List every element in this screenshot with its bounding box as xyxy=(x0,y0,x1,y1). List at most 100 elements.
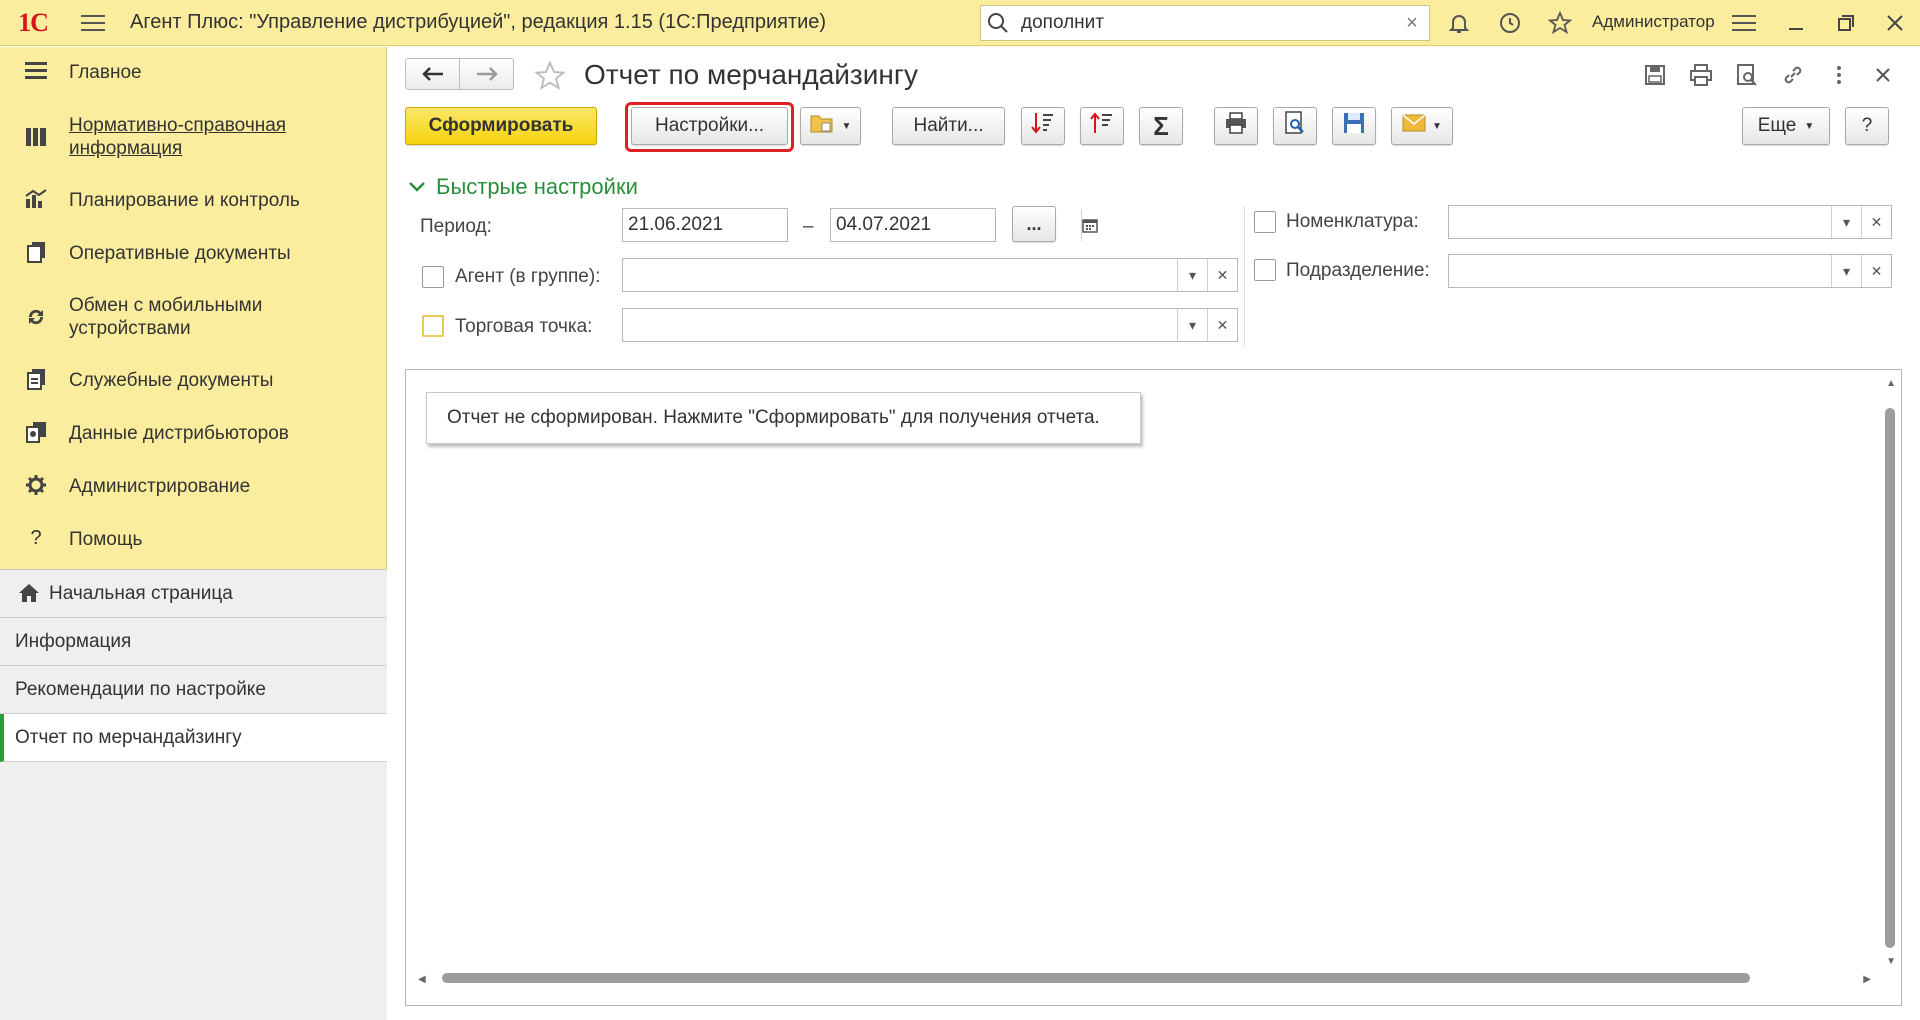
settings-lines-icon[interactable] xyxy=(1729,8,1759,38)
open-windows-list: Начальная страница Информация Рекомендац… xyxy=(0,569,387,1020)
date-separator: – xyxy=(803,216,814,237)
open-window-information[interactable]: Информация xyxy=(0,618,387,666)
restore-icon[interactable] xyxy=(1831,8,1861,38)
sidebar: Главное Нормативно-справочная информация… xyxy=(0,47,387,1020)
user-name[interactable]: Администратор xyxy=(1592,12,1715,32)
report-area[interactable]: Отчет не сформирован. Нажмите "Сформиров… xyxy=(405,369,1902,1006)
nomenclature-label: Номенклатура: xyxy=(1286,211,1419,232)
scroll-right-arrow[interactable]: ▶ xyxy=(1863,974,1871,985)
sort-descending-button[interactable] xyxy=(1080,107,1124,145)
link-icon[interactable] xyxy=(1779,61,1807,89)
page-title: Отчет по мерчандайзингу xyxy=(584,59,919,90)
period-select-button[interactable]: ... xyxy=(1012,206,1056,242)
clear-field-icon[interactable]: ✕ xyxy=(1207,259,1237,291)
home-icon xyxy=(18,583,40,609)
department-input[interactable] xyxy=(1449,256,1831,286)
app-logo[interactable]: 1С xyxy=(0,0,66,46)
sort-ascending-icon xyxy=(1031,111,1055,141)
more-vertical-icon[interactable] xyxy=(1825,61,1853,89)
variants-button[interactable]: ▼ xyxy=(800,107,861,145)
vertical-scrollbar[interactable] xyxy=(1885,408,1895,948)
sidebar-item-administration[interactable]: Администрирование xyxy=(0,473,387,513)
sidebar-item-reference[interactable]: Нормативно-справочная информация xyxy=(0,113,387,169)
save-disk-icon[interactable] xyxy=(1641,61,1669,89)
search-icon xyxy=(981,12,1015,34)
nomenclature-checkbox[interactable] xyxy=(1254,211,1276,233)
date-to-field[interactable] xyxy=(830,208,1098,242)
history-icon[interactable] xyxy=(1495,8,1525,38)
scroll-down-arrow[interactable]: ▼ xyxy=(1886,956,1896,967)
outlet-checkbox[interactable] xyxy=(422,315,444,337)
preview-button[interactable] xyxy=(1273,107,1317,145)
agent-checkbox[interactable] xyxy=(422,266,444,288)
favorite-star-icon[interactable] xyxy=(533,59,567,93)
sidebar-item-mobile-exchange[interactable]: Обмен с мобильными устройствами xyxy=(0,293,387,349)
dropdown-arrow-icon: ▼ xyxy=(841,120,852,132)
horizontal-scrollbar[interactable] xyxy=(442,973,1750,983)
sidebar-item-service-docs[interactable]: Служебные документы xyxy=(0,367,387,407)
nomenclature-input[interactable] xyxy=(1449,207,1831,237)
search-box[interactable]: × xyxy=(980,5,1430,41)
clear-field-icon[interactable]: ✕ xyxy=(1861,206,1891,238)
find-button[interactable]: Найти... xyxy=(892,107,1005,145)
sidebar-item-operational-docs[interactable]: Оперативные документы xyxy=(0,240,387,280)
open-window-recommendations[interactable]: Рекомендации по настройке xyxy=(0,666,387,714)
scroll-up-arrow[interactable]: ▲ xyxy=(1886,378,1896,389)
dropdown-arrow-icon[interactable]: ▾ xyxy=(1831,206,1861,238)
settings-button[interactable]: Настройки... xyxy=(631,107,788,145)
menu-icon[interactable] xyxy=(66,0,120,46)
agent-field[interactable]: ▾ ✕ xyxy=(622,258,1238,292)
department-checkbox[interactable] xyxy=(1254,259,1276,281)
help-button[interactable]: ? xyxy=(1845,107,1889,145)
clear-field-icon[interactable]: ✕ xyxy=(1861,255,1891,287)
reference-icon xyxy=(22,125,50,149)
sidebar-item-planning[interactable]: Планирование и контроль xyxy=(0,187,387,227)
sort-ascending-button[interactable] xyxy=(1021,107,1065,145)
sort-descending-icon xyxy=(1090,111,1114,141)
bell-icon[interactable] xyxy=(1444,8,1474,38)
minimize-icon[interactable] xyxy=(1781,8,1811,38)
chart-icon xyxy=(22,187,50,211)
back-button[interactable] xyxy=(405,58,460,90)
agent-label: Агент (в группе): xyxy=(455,266,601,287)
agent-input[interactable] xyxy=(623,260,1177,290)
dropdown-arrow-icon[interactable]: ▾ xyxy=(1177,259,1207,291)
close-form-icon[interactable] xyxy=(1869,61,1897,89)
send-email-button[interactable]: ▼ xyxy=(1391,107,1453,145)
outlet-field[interactable]: ▾ ✕ xyxy=(622,308,1238,342)
forward-button[interactable] xyxy=(459,58,514,90)
open-window-home[interactable]: Начальная страница xyxy=(0,570,387,618)
sidebar-item-main[interactable]: Главное xyxy=(0,59,387,99)
preview-icon[interactable] xyxy=(1733,61,1761,89)
outlet-label: Торговая точка: xyxy=(455,316,593,337)
list-icon xyxy=(22,59,50,83)
quick-settings-toggle[interactable]: Быстрые настройки xyxy=(408,174,638,200)
outlet-input[interactable] xyxy=(623,310,1177,340)
more-button[interactable]: Еще ▼ xyxy=(1742,107,1830,145)
generate-button[interactable]: Сформировать xyxy=(405,107,597,145)
close-icon[interactable] xyxy=(1880,8,1910,38)
department-field[interactable]: ▾ ✕ xyxy=(1448,254,1892,288)
open-window-merch-report[interactable]: Отчет по мерчандайзингу xyxy=(0,714,387,762)
title-bar: 1С Агент Плюс: "Управление дистрибуцией"… xyxy=(0,0,1920,46)
sidebar-item-distributors[interactable]: Данные дистрибьюторов xyxy=(0,420,387,460)
print-button[interactable] xyxy=(1214,107,1258,145)
save-button[interactable] xyxy=(1332,107,1376,145)
help-icon: ? xyxy=(30,526,42,549)
window-title: Агент Плюс: "Управление дистрибуцией", р… xyxy=(130,11,827,33)
clear-search-icon[interactable]: × xyxy=(1395,12,1429,35)
dropdown-arrow-icon[interactable]: ▾ xyxy=(1831,255,1861,287)
clear-field-icon[interactable]: ✕ xyxy=(1207,309,1237,341)
date-from-field[interactable] xyxy=(622,208,890,242)
calendar-icon[interactable] xyxy=(1081,209,1098,241)
sidebar-item-help[interactable]: ? Помощь xyxy=(0,526,387,566)
print-icon[interactable] xyxy=(1687,61,1715,89)
chevron-down-icon xyxy=(408,181,426,193)
dropdown-arrow-icon[interactable]: ▾ xyxy=(1177,309,1207,341)
star-icon[interactable] xyxy=(1545,8,1575,38)
search-input[interactable] xyxy=(1015,8,1395,38)
scroll-left-arrow[interactable]: ◀ xyxy=(418,974,426,985)
service-docs-icon xyxy=(22,367,50,391)
sum-button[interactable]: Σ xyxy=(1139,107,1183,145)
nomenclature-field[interactable]: ▾ ✕ xyxy=(1448,205,1892,239)
